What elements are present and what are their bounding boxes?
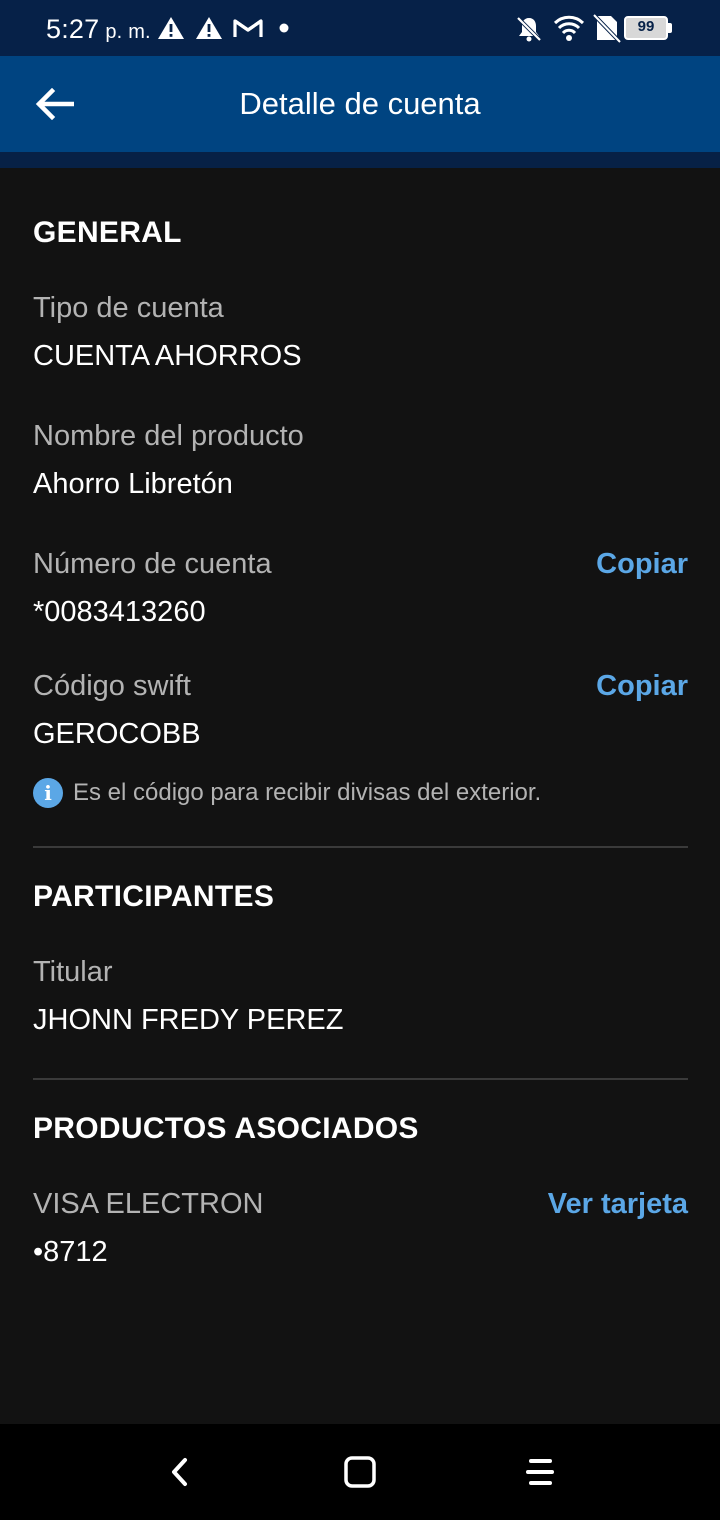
nav-home-button[interactable] (336, 1448, 384, 1496)
account-detail-content: GENERAL Tipo de cuenta CUENTA AHORROS No… (0, 168, 720, 1424)
copy-account-number-button[interactable]: Copiar (596, 548, 688, 581)
account-type-label: Tipo de cuenta (33, 292, 224, 324)
menu-nav-icon (526, 1459, 554, 1485)
account-type-value: CUENTA AHORROS (33, 340, 302, 372)
dot-icon (279, 23, 289, 33)
section-title-general: GENERAL (33, 216, 182, 249)
header-band (0, 152, 720, 168)
status-time-value: 5:27 (46, 14, 100, 44)
alert-icon (158, 17, 184, 39)
battery-icon: 99 (624, 16, 672, 40)
section-title-associated-products: PRODUCTOS ASOCIADOS (33, 1112, 419, 1145)
info-icon: i (33, 778, 63, 808)
wifi-icon (553, 15, 585, 41)
nav-back-button[interactable] (156, 1448, 204, 1496)
back-nav-icon (172, 1458, 187, 1486)
app-header: Detalle de cuenta (0, 56, 720, 152)
view-card-button[interactable]: Ver tarjeta (548, 1188, 688, 1221)
account-number-label: Número de cuenta (33, 548, 272, 580)
card-type-label: VISA ELECTRON (33, 1188, 264, 1220)
battery-level: 99 (637, 18, 655, 35)
swift-info-text: Es el código para recibir divisas del ex… (73, 779, 542, 806)
system-nav-bar (0, 1424, 720, 1520)
alert-icon (196, 17, 222, 39)
nav-menu-button[interactable] (516, 1448, 564, 1496)
product-name-label: Nombre del producto (33, 420, 304, 452)
swift-code-value: GEROCOBB (33, 718, 201, 750)
swift-info-note: i Es el código para recibir divisas del … (33, 778, 541, 808)
holder-value: JHONN FREDY PEREZ (33, 1004, 344, 1036)
swift-code-label: Código swift (33, 670, 191, 702)
bell-off-icon (516, 16, 542, 42)
card-number-value: •8712 (33, 1236, 108, 1268)
no-sim-icon (593, 13, 621, 43)
section-divider (33, 1078, 688, 1080)
gmail-icon (233, 19, 263, 37)
holder-label: Titular (33, 956, 113, 988)
account-number-value: *0083413260 (33, 596, 206, 628)
copy-swift-code-button[interactable]: Copiar (596, 670, 688, 703)
home-nav-icon (344, 1456, 376, 1488)
status-bar: 5:27 p. m. 99 (0, 0, 720, 56)
section-divider (33, 846, 688, 848)
page-title: Detalle de cuenta (239, 86, 481, 121)
product-name-value: Ahorro Libretón (33, 468, 233, 500)
status-time: 5:27 p. m. (46, 14, 151, 45)
section-title-participants: PARTICIPANTES (33, 880, 275, 913)
status-time-ampm: p. m. (105, 21, 151, 43)
